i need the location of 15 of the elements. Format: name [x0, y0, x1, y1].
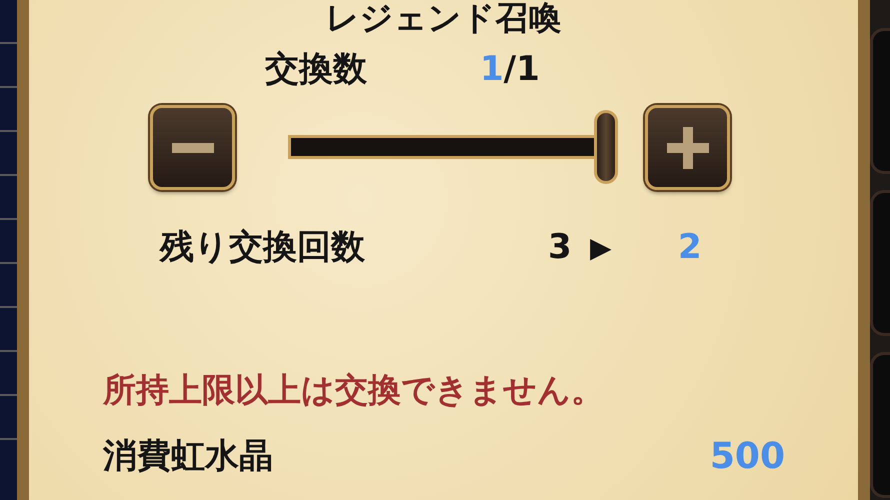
plus-icon	[666, 126, 708, 168]
cost-label: 消費虹水晶	[103, 435, 273, 478]
minus-button[interactable]	[150, 105, 235, 190]
slider-thumb[interactable]	[594, 110, 618, 184]
remaining-before: 3	[548, 227, 573, 267]
dialog-title: レジェンド召喚	[324, 0, 562, 34]
exchange-count-label: 交換数	[265, 48, 368, 91]
exchange-count-value: 1/1	[480, 49, 540, 89]
minus-icon	[172, 142, 214, 152]
warning-message: 所持上限以上は交換できません。	[103, 369, 605, 411]
plus-button[interactable]	[645, 105, 730, 190]
remaining-after: 2	[678, 227, 702, 267]
remaining-label: 残り交換回数	[160, 226, 366, 269]
arrow-icon: ▶	[590, 230, 678, 264]
cost-value: 500	[710, 436, 785, 476]
